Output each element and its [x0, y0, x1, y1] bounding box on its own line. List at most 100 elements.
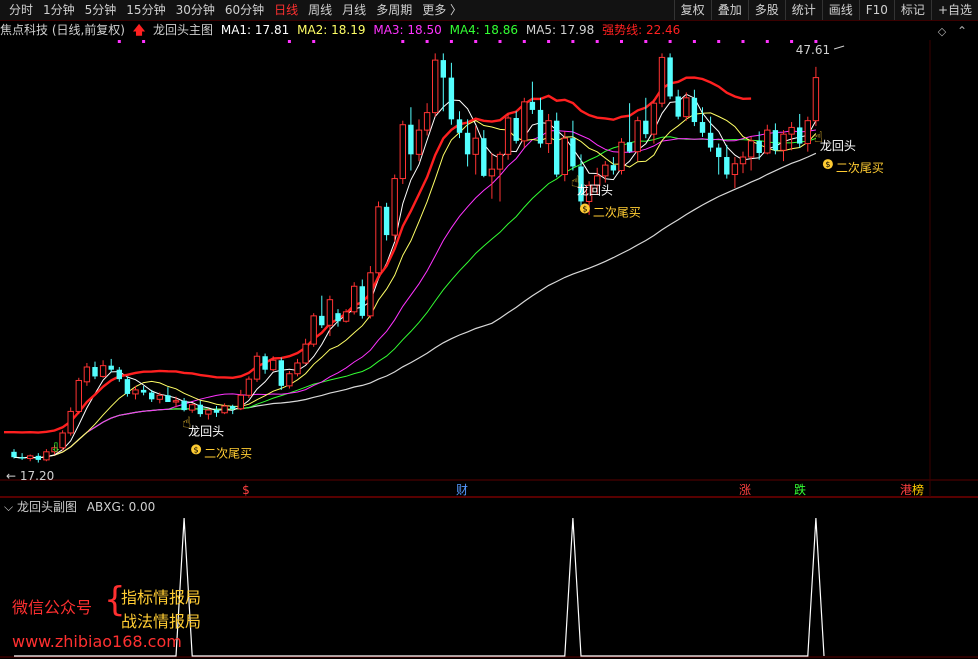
money-bag-symbol: $: [194, 445, 199, 454]
candle: [691, 89, 698, 127]
ma5-line: [13, 152, 817, 459]
money-bag-icon: [579, 203, 590, 214]
candle-body: [472, 137, 479, 155]
tool-button-5[interactable]: F10: [858, 0, 894, 20]
strength-dot: [547, 40, 551, 43]
period-tab-3[interactable]: 15分钟: [121, 0, 170, 20]
event-marker: 财: [456, 483, 468, 497]
candle-body: [731, 163, 739, 176]
candle-body: [124, 379, 131, 394]
money-bag-icon: [822, 159, 833, 170]
candle: [545, 113, 552, 153]
candle: [537, 97, 544, 148]
candle: [415, 119, 423, 162]
indicator-name[interactable]: 龙回头主图: [153, 23, 213, 37]
candle: [132, 385, 139, 400]
candle: [11, 449, 17, 459]
strength-dot: [522, 40, 526, 43]
tool-button-1[interactable]: 叠加: [710, 0, 748, 20]
hand-pointer-icon: ☝: [571, 172, 580, 190]
candle: [319, 295, 325, 328]
candle-body: [213, 410, 220, 413]
candle: [788, 122, 795, 151]
candle: [213, 406, 220, 417]
strength-dot: [790, 40, 794, 43]
period-tab-1[interactable]: 1分钟: [38, 0, 80, 20]
candle-body: [537, 109, 544, 144]
tool-button-0[interactable]: 复权: [673, 0, 711, 20]
candle: [432, 53, 439, 117]
candle: [731, 157, 739, 188]
candle: [270, 356, 277, 372]
strength-dot: [401, 40, 405, 43]
strength-dot: [117, 40, 121, 43]
candle-body: [181, 400, 187, 411]
strength-dot: [668, 40, 672, 43]
watermark-line1: 指标情报局: [121, 588, 202, 607]
candle-body: [797, 127, 803, 144]
candle: [262, 353, 268, 374]
candle-body: [342, 311, 350, 322]
money-bag-symbol: $: [582, 204, 587, 213]
candle-body: [578, 166, 584, 202]
period-tab-9[interactable]: 多周期: [371, 0, 417, 20]
signal-label: 龙回头: [820, 139, 856, 153]
strength-dot: [595, 40, 599, 43]
strength-dot: [425, 40, 429, 43]
candle: [245, 376, 253, 398]
ma2-line: [13, 112, 817, 459]
period-tab-7[interactable]: 周线: [303, 0, 337, 20]
candle-body: [432, 59, 439, 114]
period-tab-10[interactable]: 更多 〉: [417, 0, 467, 20]
tool-button-7[interactable]: +自选: [930, 0, 978, 20]
candle: [423, 103, 431, 136]
period-tab-2[interactable]: 5分钟: [80, 0, 122, 20]
candle: [335, 309, 341, 327]
candle-body: [594, 175, 601, 186]
period-tab-6[interactable]: 日线: [269, 0, 303, 20]
candle: [116, 367, 122, 382]
candle: [351, 282, 358, 315]
candle-body: [383, 206, 390, 236]
candle: [643, 97, 649, 139]
candle: [19, 453, 25, 460]
hand-pointer-icon: ☝: [814, 128, 823, 146]
candle-body: [294, 362, 301, 375]
period-tab-8[interactable]: 月线: [337, 0, 371, 20]
candle-body: [464, 132, 471, 155]
strength-dot: [717, 40, 721, 43]
period-tab-5[interactable]: 60分钟: [220, 0, 269, 20]
candle: [237, 389, 245, 411]
tool-button-2[interactable]: 多股: [747, 0, 785, 20]
tool-button-6[interactable]: 标记: [893, 0, 931, 20]
tool-button-3[interactable]: 统计: [784, 0, 822, 20]
candle-body: [253, 355, 261, 380]
hand-pointer-icon: ☝: [182, 413, 191, 431]
candle-body: [230, 406, 236, 409]
sub-expand-icon[interactable]: ⌵: [4, 500, 13, 514]
period-tab-0[interactable]: 分时: [4, 0, 38, 20]
candle: [618, 138, 625, 175]
candle-body: [132, 389, 139, 395]
candle: [448, 62, 455, 125]
buy-label: 二次尾买: [204, 446, 252, 460]
candle: [610, 157, 617, 175]
candle: [496, 151, 504, 202]
stock-title[interactable]: 焦点科技 (日线,前复权): [0, 23, 125, 37]
candle: [189, 403, 196, 413]
candle: [594, 167, 601, 195]
period-tab-4[interactable]: 30分钟: [171, 0, 220, 20]
candle-body: [359, 286, 365, 316]
candle-body: [367, 272, 374, 317]
candle: [456, 111, 463, 139]
tool-button-4[interactable]: 画线: [821, 0, 859, 20]
kline-chart[interactable]: 47.61← 17.20⇩☝龙回头$ 二次尾买☝龙回头$ 二次尾买☝龙回头$ 二次尾买…: [0, 0, 978, 659]
sub-indicator-name[interactable]: 龙回头副图: [17, 500, 77, 514]
candle-body: [747, 140, 755, 158]
candle: [205, 408, 212, 420]
candle: [294, 358, 301, 377]
candle: [253, 352, 261, 382]
candle: [278, 357, 284, 390]
candle-body: [691, 97, 698, 123]
strength-dot: [644, 40, 648, 43]
